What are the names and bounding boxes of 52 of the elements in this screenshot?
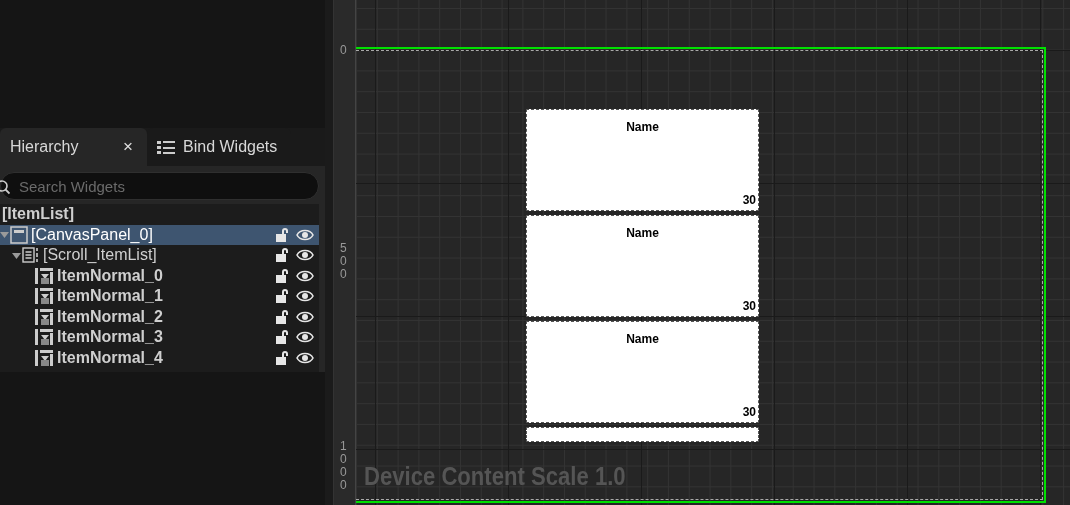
- tree-row[interactable]: ItemNormal_3: [0, 327, 319, 348]
- tree-label: ItemNormal_2: [57, 307, 163, 326]
- tree-label: ItemNormal_0: [57, 266, 163, 285]
- eye-icon[interactable]: [296, 249, 314, 262]
- unlock-icon[interactable]: [275, 248, 291, 263]
- tree-label: ItemNormal_4: [57, 348, 163, 367]
- tree-label: ItemNormal_1: [57, 287, 163, 306]
- item-name: Name: [626, 120, 659, 134]
- tree-label: [CanvasPanel_0]: [31, 225, 153, 244]
- eye-icon[interactable]: [296, 228, 314, 241]
- tree-row[interactable]: ItemNormal_0: [0, 265, 319, 286]
- unlock-icon[interactable]: [275, 309, 291, 324]
- widget-icon: [34, 287, 54, 306]
- widget-icon: [34, 348, 54, 367]
- panel-tab[interactable]: Hierarchy ×: [0, 128, 147, 166]
- tree-row[interactable]: [Scroll_ItemList]: [0, 245, 319, 266]
- ruler-label: 1000: [340, 440, 348, 492]
- tree-row[interactable]: ItemNormal_4: [0, 347, 319, 368]
- scroll-list-icon: [22, 247, 40, 264]
- item-name: Name: [626, 332, 659, 346]
- widget-icon: [34, 307, 54, 326]
- close-icon[interactable]: ×: [123, 137, 133, 157]
- expand-arrow-icon[interactable]: [12, 250, 21, 260]
- widget-icon: [34, 266, 54, 285]
- eye-icon[interactable]: [296, 290, 314, 303]
- eye-icon[interactable]: [296, 351, 314, 364]
- unlock-icon[interactable]: [275, 227, 291, 242]
- search-icon: [0, 179, 10, 195]
- item-name: Name: [626, 226, 659, 240]
- search-field[interactable]: Search Widgets: [0, 172, 319, 200]
- eye-icon[interactable]: [296, 310, 314, 323]
- widget-icon: [34, 328, 54, 347]
- tree-row[interactable]: [CanvasPanel_0]: [0, 224, 319, 245]
- unlock-icon[interactable]: [275, 268, 291, 283]
- tree-row[interactable]: ItemNormal_2: [0, 306, 319, 327]
- tree-label: ItemNormal_3: [57, 328, 163, 347]
- tree-row[interactable]: ItemNormal_1: [0, 286, 319, 307]
- panel-icon: [10, 225, 28, 244]
- eye-icon[interactable]: [296, 269, 314, 282]
- tree-root-label: [ItemList]: [2, 205, 74, 224]
- unlock-icon[interactable]: [275, 289, 291, 304]
- expand-arrow-icon[interactable]: [0, 230, 9, 240]
- ruler-label: 500: [340, 242, 348, 281]
- item-value: 30: [742, 299, 756, 313]
- item-value: 30: [742, 193, 756, 207]
- unlock-icon[interactable]: [275, 350, 291, 365]
- eye-icon[interactable]: [296, 331, 314, 344]
- unlock-icon[interactable]: [275, 330, 291, 345]
- tree-label: [Scroll_ItemList]: [43, 246, 157, 265]
- item-value: 30: [742, 405, 756, 419]
- ruler-label: 0: [340, 44, 348, 57]
- list-icon: [157, 139, 175, 155]
